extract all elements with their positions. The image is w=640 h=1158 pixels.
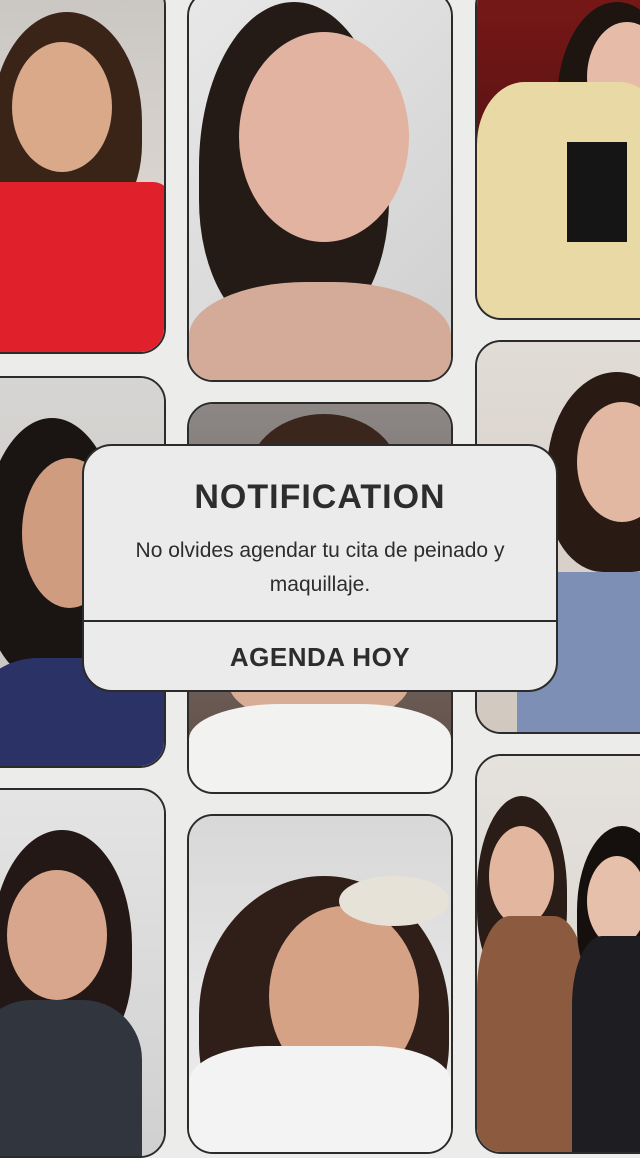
photo-two-women xyxy=(475,754,640,1154)
photo-pearl-headband xyxy=(187,814,453,1154)
notification-message: No olvides agendar tu cita de peinado y … xyxy=(135,539,505,596)
photo-hair-styling xyxy=(0,788,166,1158)
agenda-hoy-button[interactable]: AGENDA HOY xyxy=(84,622,556,692)
photo-red-dress xyxy=(0,0,166,354)
photo-eye-makeup-brush xyxy=(187,0,453,382)
notification-card: NOTIFICATION No olvides agendar tu cita … xyxy=(82,444,558,692)
notification-title: NOTIFICATION xyxy=(194,478,446,516)
photo-satin-robe xyxy=(475,0,640,320)
